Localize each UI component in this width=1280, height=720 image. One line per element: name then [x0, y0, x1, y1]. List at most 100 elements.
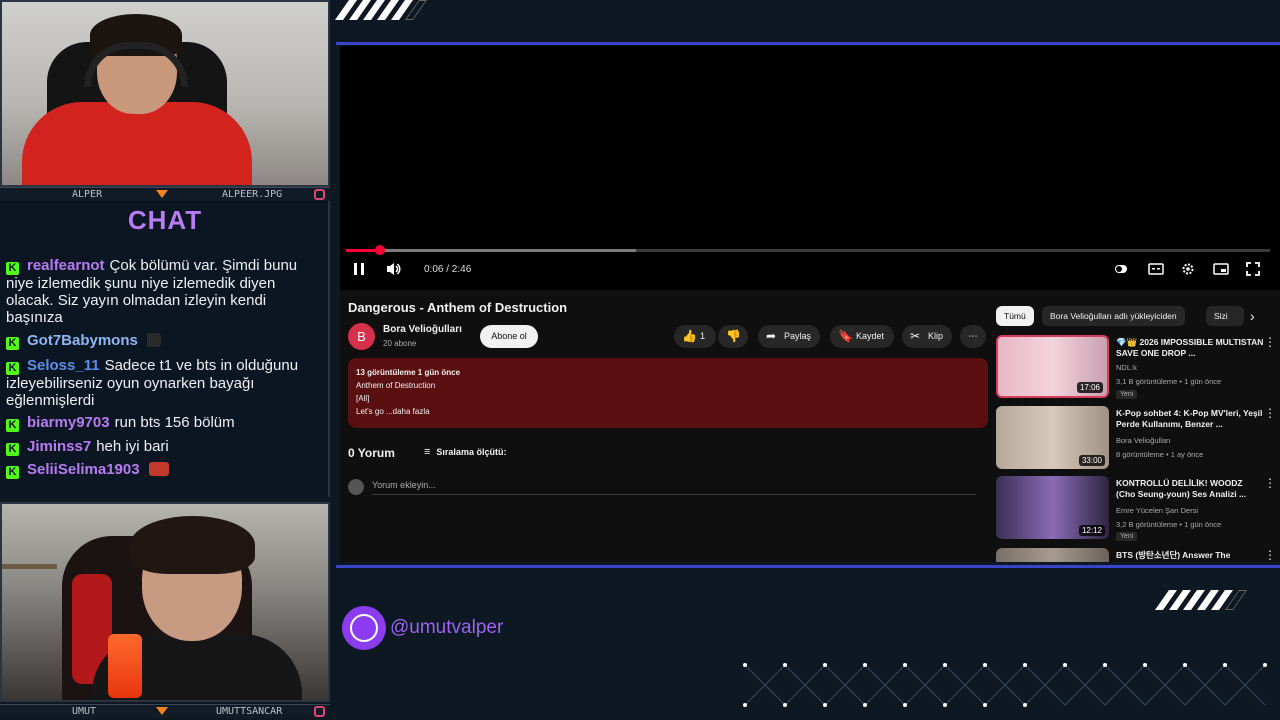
chip-for-you[interactable]: Sizi — [1206, 306, 1244, 326]
comment-input[interactable]: Yorum ekleyin... — [372, 480, 976, 495]
thumbs-up-icon: 👍 — [682, 329, 697, 343]
dot-grid-decoration — [743, 663, 1267, 707]
frame-line-top — [336, 42, 1280, 45]
description-box[interactable]: 13 görüntüleme 1 gün önce Anthem of Dest… — [348, 358, 988, 428]
streamer-hair — [130, 516, 255, 574]
sort-label: Sıralama ölçütü: — [436, 447, 507, 457]
video-duration: 12:12 — [1078, 525, 1105, 536]
stripe-decoration — [1154, 590, 1248, 610]
more-vert-icon[interactable]: ⋮ — [1264, 548, 1274, 562]
sort-button[interactable]: ≡ Sıralama ölçütü: — [424, 446, 506, 458]
recommended-video[interactable]: 33:00 K-Pop sohbet 4: K-Pop MV'leri, Yeş… — [996, 406, 1276, 470]
more-actions-button[interactable]: ⋯ — [960, 325, 986, 348]
share-icon: ➦ — [766, 329, 777, 343]
video-thumbnail: 17:06 — [996, 335, 1109, 398]
chip-all[interactable]: Tümü — [996, 306, 1034, 326]
streamer-shirt — [22, 102, 252, 185]
kick-icon: K — [6, 419, 19, 432]
fullscreen-icon[interactable] — [1246, 262, 1260, 276]
chevron-right-icon[interactable]: › — [1250, 308, 1255, 324]
chat-title: CHAT — [127, 205, 203, 235]
comments-count: 0 Yorum — [348, 446, 395, 460]
chat-message: K SeliiSelima1903 — [6, 461, 324, 479]
face-emote-icon — [148, 462, 169, 476]
triangle-icon — [156, 190, 168, 198]
recommended-video[interactable]: 17:06 💎👑 2026 IMPOSSIBLE MULTISTAN SAVE … — [996, 335, 1276, 399]
subscribe-button[interactable]: Abone ol — [480, 325, 538, 348]
miniplayer-icon[interactable] — [1213, 262, 1229, 276]
video-player[interactable]: 0:06 / 2:46 — [340, 46, 1280, 290]
kick-icon: K — [6, 337, 19, 350]
more-vert-icon[interactable]: ⋮ — [1264, 335, 1276, 349]
description-line: Anthem of Destruction — [356, 381, 436, 390]
clip-button[interactable]: ✂ Klip — [902, 325, 952, 348]
rec-channel: NDL:k — [1116, 363, 1137, 372]
bookmark-icon: 🔖 — [838, 329, 853, 343]
like-count: 1 — [700, 331, 706, 341]
chip-uploader[interactable]: Bora Velioğulları adlı yükleyiciden — [1042, 306, 1185, 326]
lamp — [108, 634, 142, 698]
chat-message: Kbiarmy9703 run bts 156 bölüm — [6, 414, 324, 432]
like-button[interactable]: 👍 1 — [674, 325, 716, 348]
settings-gear-icon[interactable] — [1181, 262, 1195, 276]
chat-message: K Got7Babymons — [6, 332, 324, 350]
share-button[interactable]: ➦ Paylaş — [758, 325, 820, 348]
stripe-decoration — [334, 0, 428, 20]
chat-message: K Seloss_11 Sadece t1 ve bts in olduğunu i… — [6, 357, 324, 409]
time-display: 0:06 / 2:46 — [424, 264, 472, 275]
cam-right-name: ALPEER.JPG — [222, 189, 283, 200]
triangle-icon — [156, 707, 168, 715]
globe-icon — [342, 606, 386, 650]
more-dots-icon: ⋯ — [968, 331, 978, 341]
clip-label: Klip — [928, 331, 944, 341]
recommended-video[interactable]: BTS (방탄소년단) Answer The ⋮ — [996, 548, 1274, 562]
instagram-icon — [314, 189, 325, 200]
more-vert-icon[interactable]: ⋮ — [1264, 406, 1276, 420]
video-thumbnail: 33:00 — [996, 406, 1109, 469]
rec-title: BTS (방탄소년단) Answer The — [1116, 550, 1231, 560]
rec-meta: 3,1 B görüntüleme • 1 gün önce — [1116, 377, 1222, 386]
social-handle: @umutvalper — [390, 617, 504, 638]
chat-message: K Jiminss7 heh iyi bari — [6, 438, 324, 456]
cam-right-name: UMUTTSANCAR — [216, 706, 283, 717]
progress-buffer — [346, 249, 637, 252]
subtitles-icon[interactable] — [1148, 262, 1164, 276]
recommended-video[interactable]: 12:12 KONTROLLÜ DELİLİK! WOODZ (Cho Seun… — [996, 476, 1276, 541]
save-button[interactable]: 🔖 Kaydet — [830, 325, 894, 348]
video-duration: 17:06 — [1076, 382, 1103, 393]
dislike-button[interactable]: 👎 — [718, 325, 748, 348]
rec-title: K-Pop sohbet 4: K-Pop MV'leri, Yeşil Per… — [1116, 408, 1263, 429]
kick-icon: K — [6, 466, 19, 479]
sort-icon: ≡ — [424, 446, 431, 458]
channel-avatar[interactable]: B — [348, 323, 375, 350]
shelf — [2, 564, 57, 569]
rec-channel: Emre Yücelen Şan Dersi — [1116, 506, 1198, 515]
kick-icon: K — [6, 362, 19, 375]
pause-icon[interactable] — [352, 262, 366, 276]
volume-icon[interactable] — [386, 262, 402, 276]
progress-bar[interactable] — [346, 245, 1270, 255]
chat-text: run bts 156 bölüm — [114, 414, 235, 431]
nameplate-top: ALPER ALPEER.JPG — [0, 187, 330, 201]
new-badge: Yeni — [1116, 390, 1138, 399]
subscriber-count: 20 abone — [383, 339, 417, 348]
chat-username: realfearnot — [27, 257, 105, 274]
thumbs-down-icon: 👎 — [726, 329, 741, 343]
webcam-bottom — [0, 502, 330, 702]
video-thumbnail: 12:12 — [996, 476, 1109, 539]
chat-message: Krealfearnot Çok bölümü var. Şimdi bunu n… — [6, 257, 324, 326]
rec-channel: Bora Velioğulları — [1116, 436, 1171, 445]
chat-text: heh iyi bari — [96, 438, 169, 455]
chat-username: Got7Babymons — [27, 332, 138, 349]
progress-scrubber[interactable] — [375, 245, 386, 255]
more-vert-icon[interactable]: ⋮ — [1264, 476, 1276, 490]
frame-line-bottom — [336, 565, 1280, 568]
video-duration: 33:00 — [1078, 455, 1105, 466]
video-thumbnail — [996, 548, 1109, 562]
description-stats: 13 görüntüleme 1 gün önce — [356, 368, 461, 377]
scissors-icon: ✂ — [910, 329, 921, 343]
description-more[interactable]: Let's go ...daha fazla — [356, 407, 430, 416]
autoplay-toggle-icon[interactable] — [1114, 262, 1128, 276]
channel-name[interactable]: Bora Velioğulları — [383, 324, 462, 335]
rec-title: 💎👑 2026 IMPOSSIBLE MULTISTAN SAVE ONE DR… — [1116, 337, 1264, 358]
